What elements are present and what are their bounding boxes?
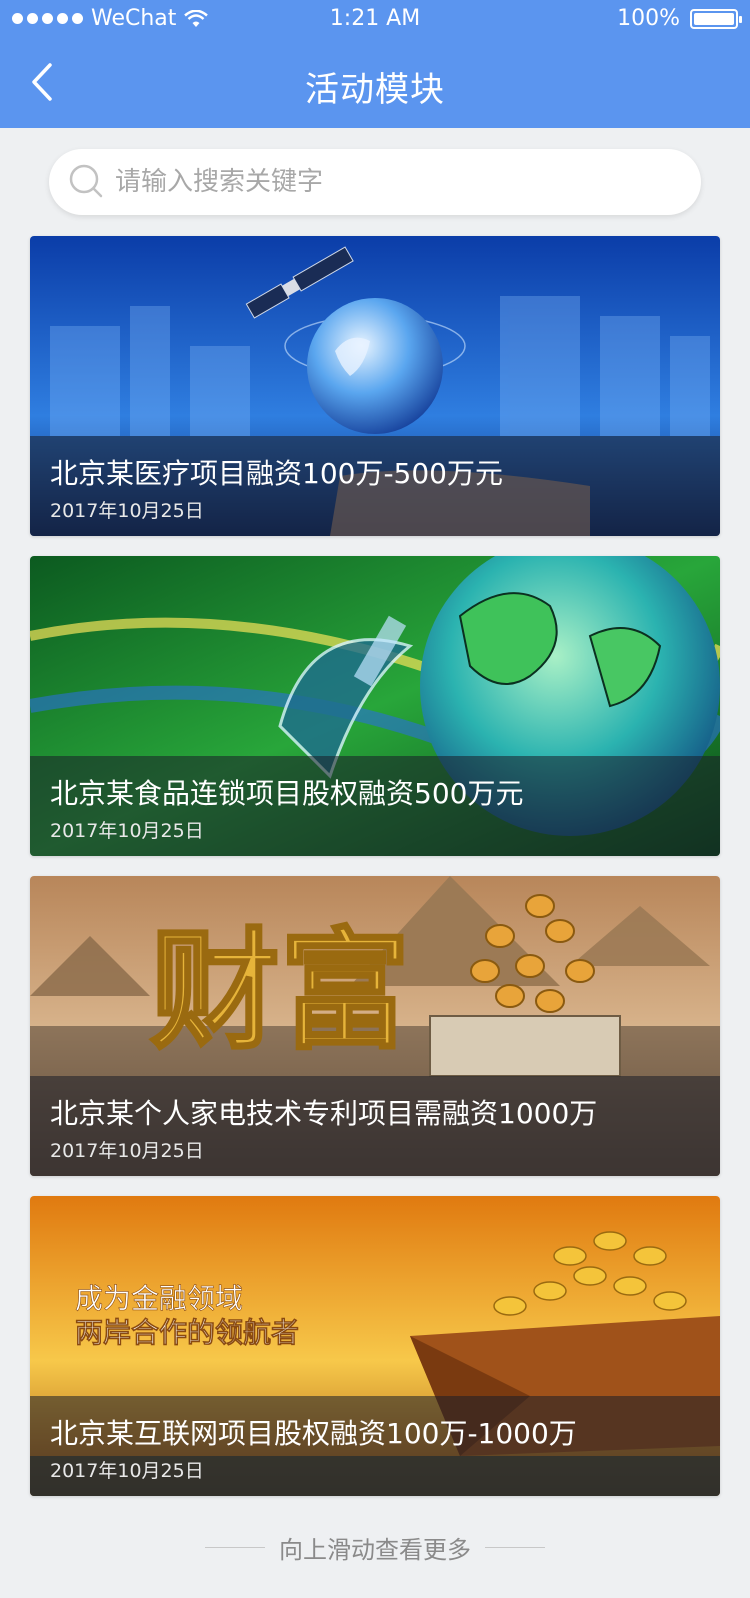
status-bar: WeChat 1:21 AM 100% [0,0,750,40]
card-title: 北京某医疗项目融资100万-500万元 [50,457,503,490]
activity-card[interactable]: 财富 北京某个人家电技术专利项目需融资1000万 2017年10月25日 [30,876,720,1176]
battery-percent: 100% [617,6,680,31]
search-bar[interactable] [49,149,701,215]
activity-card[interactable]: 成为金融领域 两岸合作的领航者 北京某互联网项目股权融资100万-1000万 2… [30,1196,720,1496]
scroll-more-hint: 向上滑动查看更多 [0,1527,750,1567]
card-title: 北京某个人家电技术专利项目需融资1000万 [50,1097,598,1130]
search-input[interactable] [115,167,701,197]
battery-icon [690,8,742,29]
status-right: 100% [617,6,742,31]
card-date: 2017年10月25日 [50,500,204,522]
divider [205,1546,265,1548]
card-art-text: 两岸合作的领航者 [75,1316,299,1349]
card-art-text: 成为金融领域 [75,1282,243,1315]
page-title: 活动模块 [305,70,445,110]
search-icon [69,164,103,198]
card-title: 北京某互联网项目股权融资100万-1000万 [50,1417,577,1450]
scroll-more-label: 向上滑动查看更多 [279,1535,471,1564]
card-date: 2017年10月25日 [50,1460,204,1482]
card-date: 2017年10月25日 [50,820,204,842]
card-title: 北京某食品连锁项目股权融资500万元 [50,777,524,810]
activity-card[interactable]: 北京某食品连锁项目股权融资500万元 2017年10月25日 [30,556,720,856]
activity-card[interactable]: 北京某医疗项目融资100万-500万元 2017年10月25日 [30,236,720,536]
nav-bar: 活动模块 [0,40,750,128]
divider [485,1546,545,1548]
card-date: 2017年10月25日 [50,1140,204,1162]
card-art-text: 财富 [150,921,410,1065]
